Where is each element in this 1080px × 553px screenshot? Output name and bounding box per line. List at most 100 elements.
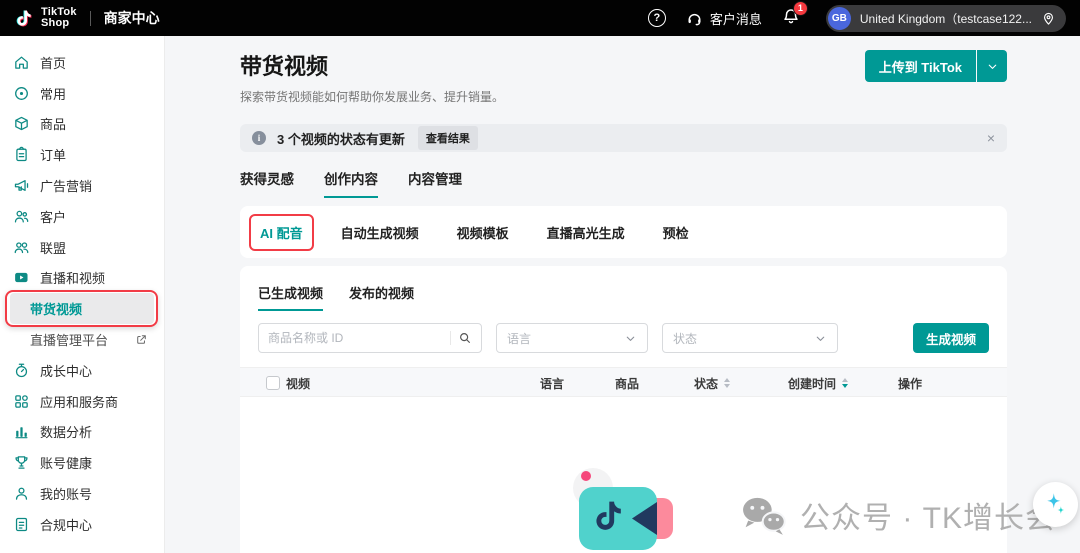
feature-tabs-card: AI 配音 自动生成视频 视频模板 直播高光生成 预检 <box>240 206 1007 258</box>
customers-icon <box>13 208 30 225</box>
sparkle-icon <box>1042 491 1069 518</box>
sidebar-item[interactable]: 联盟 <box>0 232 164 263</box>
generate-video-button[interactable]: 生成视频 <box>913 323 989 353</box>
tiktok-shop-logo[interactable]: TikTok Shop <box>14 7 77 29</box>
sidebar-item[interactable]: 常用 <box>0 78 164 109</box>
chevron-down-icon <box>814 332 827 345</box>
external-link-icon <box>135 333 148 346</box>
sidebar-item[interactable]: 成长中心 <box>0 355 164 386</box>
headset-icon <box>686 10 703 27</box>
sidebar-item-label: 带货视频 <box>30 299 82 318</box>
divider <box>90 11 91 26</box>
page-tab[interactable]: 创作内容 <box>324 168 378 198</box>
sidebar-item[interactable]: 客户 <box>0 201 164 232</box>
sidebar-item[interactable]: 商品 <box>0 109 164 140</box>
info-icon: i <box>252 131 266 145</box>
empty-state-illustration <box>544 455 704 553</box>
filter-row: 语言 状态 生成视频 <box>258 323 989 353</box>
language-select[interactable]: 语言 <box>496 323 648 353</box>
sort-control[interactable] <box>724 378 730 389</box>
compliance-icon <box>13 516 30 533</box>
video-list-tab[interactable]: 已生成视频 <box>258 283 323 311</box>
notifications-button[interactable]: 1 <box>782 7 800 30</box>
upload-to-tiktok-button[interactable]: 上传到 TikTok <box>865 50 976 82</box>
view-results-button[interactable]: 查看结果 <box>418 126 478 150</box>
column-label: 操作 <box>898 375 922 392</box>
annotation-box <box>249 214 314 251</box>
status-select[interactable]: 状态 <box>662 323 838 353</box>
page-tabs: 获得灵感创作内容内容管理 <box>240 168 1007 198</box>
search-input[interactable] <box>268 331 443 345</box>
upload-split-button: 上传到 TikTok <box>865 50 1007 82</box>
column-header: 商品 <box>615 368 639 398</box>
affiliate-icon <box>13 239 30 256</box>
sidebar-item-label: 客户 <box>40 207 66 226</box>
column-header: 创建时间 <box>788 368 848 398</box>
column-header: 语言 <box>540 368 564 398</box>
sidebar-item-label: 常用 <box>40 84 66 103</box>
tiktok-note-icon <box>14 7 34 29</box>
select-all-checkbox[interactable] <box>266 376 280 390</box>
sidebar-item-label: 广告营销 <box>40 176 92 195</box>
location-pin-icon <box>1041 11 1056 26</box>
feature-tab[interactable]: 视频模板 <box>457 223 509 242</box>
sidebar-item-label: 商品 <box>40 114 66 133</box>
sidebar-item[interactable]: 数据分析 <box>0 417 164 448</box>
product-search-box <box>258 323 482 353</box>
feature-tab[interactable]: 直播高光生成 <box>547 223 625 242</box>
sidebar-item[interactable]: 直播和视频 <box>0 263 164 294</box>
banner-message: 3 个视频的状态有更新 <box>277 129 405 148</box>
language-select-placeholder: 语言 <box>507 330 531 347</box>
sidebar-item[interactable]: 应用和服务商 <box>0 386 164 417</box>
app-title: 商家中心 <box>104 8 160 28</box>
sort-control[interactable] <box>842 378 848 389</box>
divider <box>450 331 451 345</box>
video-list-tab[interactable]: 发布的视频 <box>349 283 414 311</box>
help-icon[interactable]: ? <box>648 9 666 27</box>
column-header: 操作 <box>898 368 922 398</box>
feature-tab[interactable]: AI 配音 <box>260 223 303 242</box>
table-header: 视频 语言 商品 状态 创建时间 操作 <box>240 367 1007 397</box>
sidebar-item[interactable]: 首页 <box>0 47 164 78</box>
video-list-tabs: 已生成视频发布的视频 <box>258 283 989 311</box>
sidebar-item[interactable]: 合规中心 <box>0 509 164 540</box>
chevron-down-icon <box>986 60 999 73</box>
column-header: 状态 <box>694 368 730 398</box>
upload-dropdown-button[interactable] <box>977 50 1007 82</box>
products-icon <box>13 115 30 132</box>
analytics-icon <box>13 423 30 440</box>
orders-icon <box>13 146 30 163</box>
close-icon[interactable]: × <box>987 131 995 145</box>
sidebar-item-label: 联盟 <box>40 238 66 257</box>
status-select-placeholder: 状态 <box>673 330 697 347</box>
feature-tab[interactable]: 自动生成视频 <box>341 223 419 242</box>
home-icon <box>13 54 30 71</box>
customer-messages-label: 客户消息 <box>710 9 762 28</box>
column-header: 视频 <box>286 368 310 398</box>
topbar: TikTok Shop 商家中心 ? 客户消息 1 GB United King… <box>0 0 1080 36</box>
sidebar-item-label: 合规中心 <box>40 515 92 534</box>
page-tab[interactable]: 获得灵感 <box>240 168 294 198</box>
sidebar-item[interactable]: 账号健康 <box>0 447 164 478</box>
sidebar-item-label: 首页 <box>40 53 66 72</box>
sidebar-item[interactable]: 直播管理平台 <box>0 324 164 355</box>
live-video-icon <box>13 269 30 286</box>
sidebar-item[interactable]: 我的账号 <box>0 478 164 509</box>
account-selector[interactable]: GB United Kingdom（testcase122... <box>826 5 1066 32</box>
sidebar-nav: 首页常用商品订单广告营销客户联盟直播和视频带货视频直播管理平台成长中心应用和服务… <box>0 36 165 553</box>
apps-services-icon <box>13 393 30 410</box>
content-card: 已生成视频发布的视频 语言 状态 生成视频 视频语 <box>240 266 1007 553</box>
sidebar-item[interactable]: 带货视频 <box>10 293 154 324</box>
ai-assistant-button[interactable] <box>1033 482 1078 527</box>
status-update-banner: i 3 个视频的状态有更新 查看结果 × <box>240 124 1007 152</box>
marketing-icon <box>13 177 30 194</box>
country-flag: GB <box>828 7 851 30</box>
column-label: 创建时间 <box>788 375 836 392</box>
sidebar-item[interactable]: 订单 <box>0 139 164 170</box>
page-tab[interactable]: 内容管理 <box>408 168 462 198</box>
feature-tab[interactable]: 预检 <box>663 223 689 242</box>
customer-messages-button[interactable]: 客户消息 <box>686 9 762 28</box>
search-icon[interactable] <box>458 331 472 345</box>
notification-badge: 1 <box>793 1 808 16</box>
sidebar-item[interactable]: 广告营销 <box>0 170 164 201</box>
